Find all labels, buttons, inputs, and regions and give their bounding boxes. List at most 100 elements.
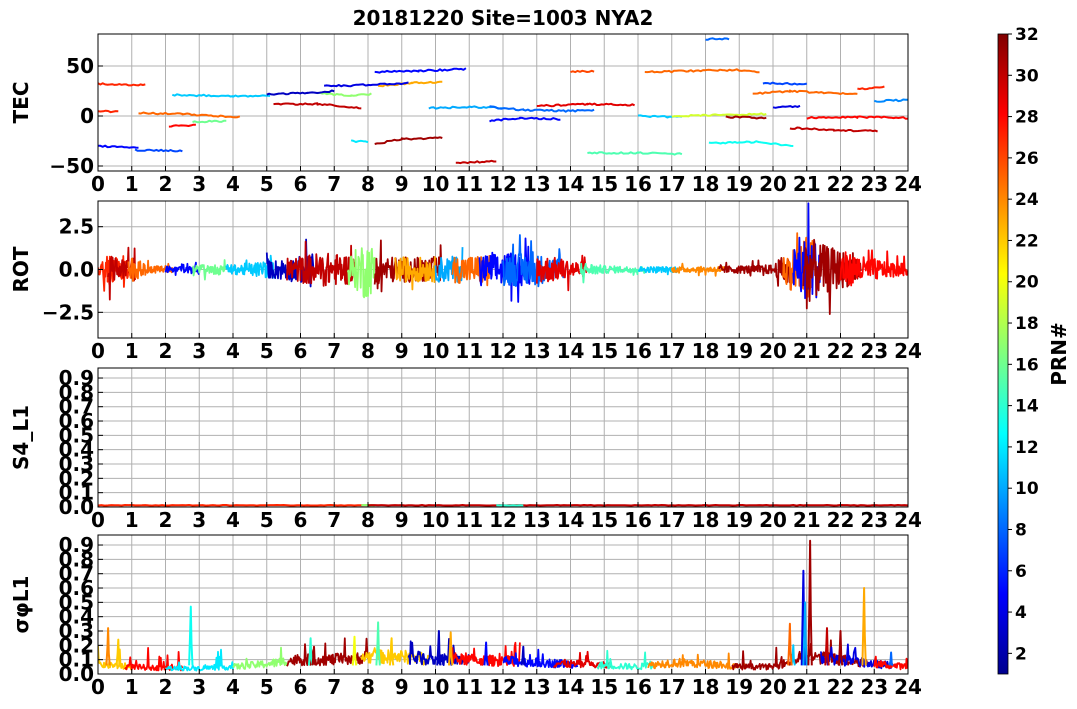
y-tick-label: −50 [49,154,94,178]
chart-figure: 20181220 Site=1003 NYA2 0 1 2 3 4 5 6 7 8 9 10 11 12… [9,6,1071,699]
series-line-prn-12 [350,139,369,144]
x-tick-label: 22 [827,675,855,699]
x-tick-label: 24 [894,675,922,699]
y-tick-label: 0 [80,104,94,128]
x-tick-label: 6 [294,675,308,699]
x-tick-label: 9 [395,339,409,363]
colorbar-gradient [997,33,1009,675]
x-tick-label: 10 [422,508,450,532]
colorbar-ticks: 2468101214161820222426283032 [1008,25,1039,664]
x-tick-label: 5 [260,508,274,532]
colorbar-tick-label: 8 [1015,520,1027,540]
series-line-prn-31 [374,136,443,145]
series-line-prn-13 [188,605,194,666]
x-tick-label: 22 [827,172,855,196]
series-line-prn-27 [98,109,119,114]
series-line-prn-31 [725,115,767,120]
x-tick-label: 3 [192,339,206,363]
x-tick-label: 16 [624,172,652,196]
x-tick-label: 11 [455,339,483,363]
x-tick-label: 6 [294,508,308,532]
x-tick-label: 6 [294,339,308,363]
x-tick-label: 3 [192,675,206,699]
colorbar-tick-label: 24 [1015,190,1039,210]
x-tick-label: 21 [793,675,821,699]
x-tick-label: 14 [557,172,585,196]
x-tick-label: 13 [523,339,551,363]
x-tick-label: 5 [260,675,274,699]
series-line-prn-7 [762,81,807,86]
x-tick-label: 1 [125,339,139,363]
x-tick-label: 4 [226,339,240,363]
x-tick-label: 21 [793,508,821,532]
colorbar-tick-label: 20 [1015,273,1039,293]
x-tick-label: 20 [759,339,787,363]
series-line-prn-3 [520,645,526,666]
y-axis-label: ROT [9,246,33,292]
x-tick-label: 19 [725,675,753,699]
colorbar-tick-label: 6 [1015,562,1027,582]
series-line-prn-28 [806,115,908,120]
x-tick-label: 4 [226,508,240,532]
x-tick-label: 15 [590,339,618,363]
x-tick-label: 8 [361,172,375,196]
x-tick-label: 5 [260,339,274,363]
series-line-prn-8 [705,37,730,41]
x-tick-label: 23 [860,675,888,699]
x-tick-label: 15 [590,675,618,699]
x-tick-label: 17 [658,339,686,363]
colorbar-tick-label: 10 [1015,479,1039,499]
x-tick-label: 15 [590,508,618,532]
y-tick-label: 0.9 [59,366,94,390]
series-line-prn-24 [670,262,727,277]
x-tick-label: 8 [361,339,375,363]
x-tick-label: 14 [557,339,585,363]
colorbar-tick-label: 18 [1015,314,1039,334]
x-tick-label: 12 [489,508,517,532]
x-tick-label: 10 [422,172,450,196]
y-tick-label: 50 [66,54,94,78]
x-tick-label: 11 [455,508,483,532]
series-line-prn-5 [98,144,139,149]
series-line-prn-7 [134,148,183,153]
x-tick-label: 23 [860,508,888,532]
x-tick-label: 24 [894,508,922,532]
x-tick-label: 14 [557,508,585,532]
x-tick-label: 2 [159,675,173,699]
series-line-prn-13 [708,140,794,147]
x-tick-label: 17 [658,172,686,196]
x-tick-label: 20 [759,172,787,196]
series-line-prn-20 [351,635,358,666]
x-tick-label: 21 [793,172,821,196]
x-tick-label: 1 [125,508,139,532]
x-tick-label: 1 [125,172,139,196]
series-line-prn-29 [536,102,635,108]
colorbar-tick-label: 22 [1015,231,1039,251]
series-line-prn-15 [579,262,646,284]
series-line-prn-5 [374,67,467,74]
panels: 0 1 2 3 4 5 6 7 8 9 10 11 12 13 14 15 16 17 18 19 20 21 22 23 24… [9,33,922,699]
series-line-prn-30 [789,126,878,133]
series-line-prn-25 [138,111,241,119]
x-tick-label: 10 [422,339,450,363]
x-tick-label: 16 [624,675,652,699]
x-tick-label: 10 [422,675,450,699]
y-tick-label: 2.5 [59,215,94,239]
colorbar-tick-label: 14 [1015,397,1039,417]
x-tick-label: 2 [159,508,173,532]
x-tick-label: 13 [523,508,551,532]
x-tick-label: 19 [725,172,753,196]
x-tick-label: 7 [327,508,341,532]
x-tick-label: 20 [759,675,787,699]
series-line-prn-5 [489,116,561,123]
series-line-prn-8 [489,105,595,113]
x-tick-label: 13 [523,675,551,699]
series-line-prn-17 [232,646,288,670]
x-tick-label: 15 [590,172,618,196]
x-tick-label: 1 [125,675,139,699]
x-tick-label: 17 [658,675,686,699]
x-tick-label: 2 [159,172,173,196]
x-tick-label: 7 [327,675,341,699]
series-line-prn-15 [587,151,683,156]
x-tick-label: 12 [489,172,517,196]
